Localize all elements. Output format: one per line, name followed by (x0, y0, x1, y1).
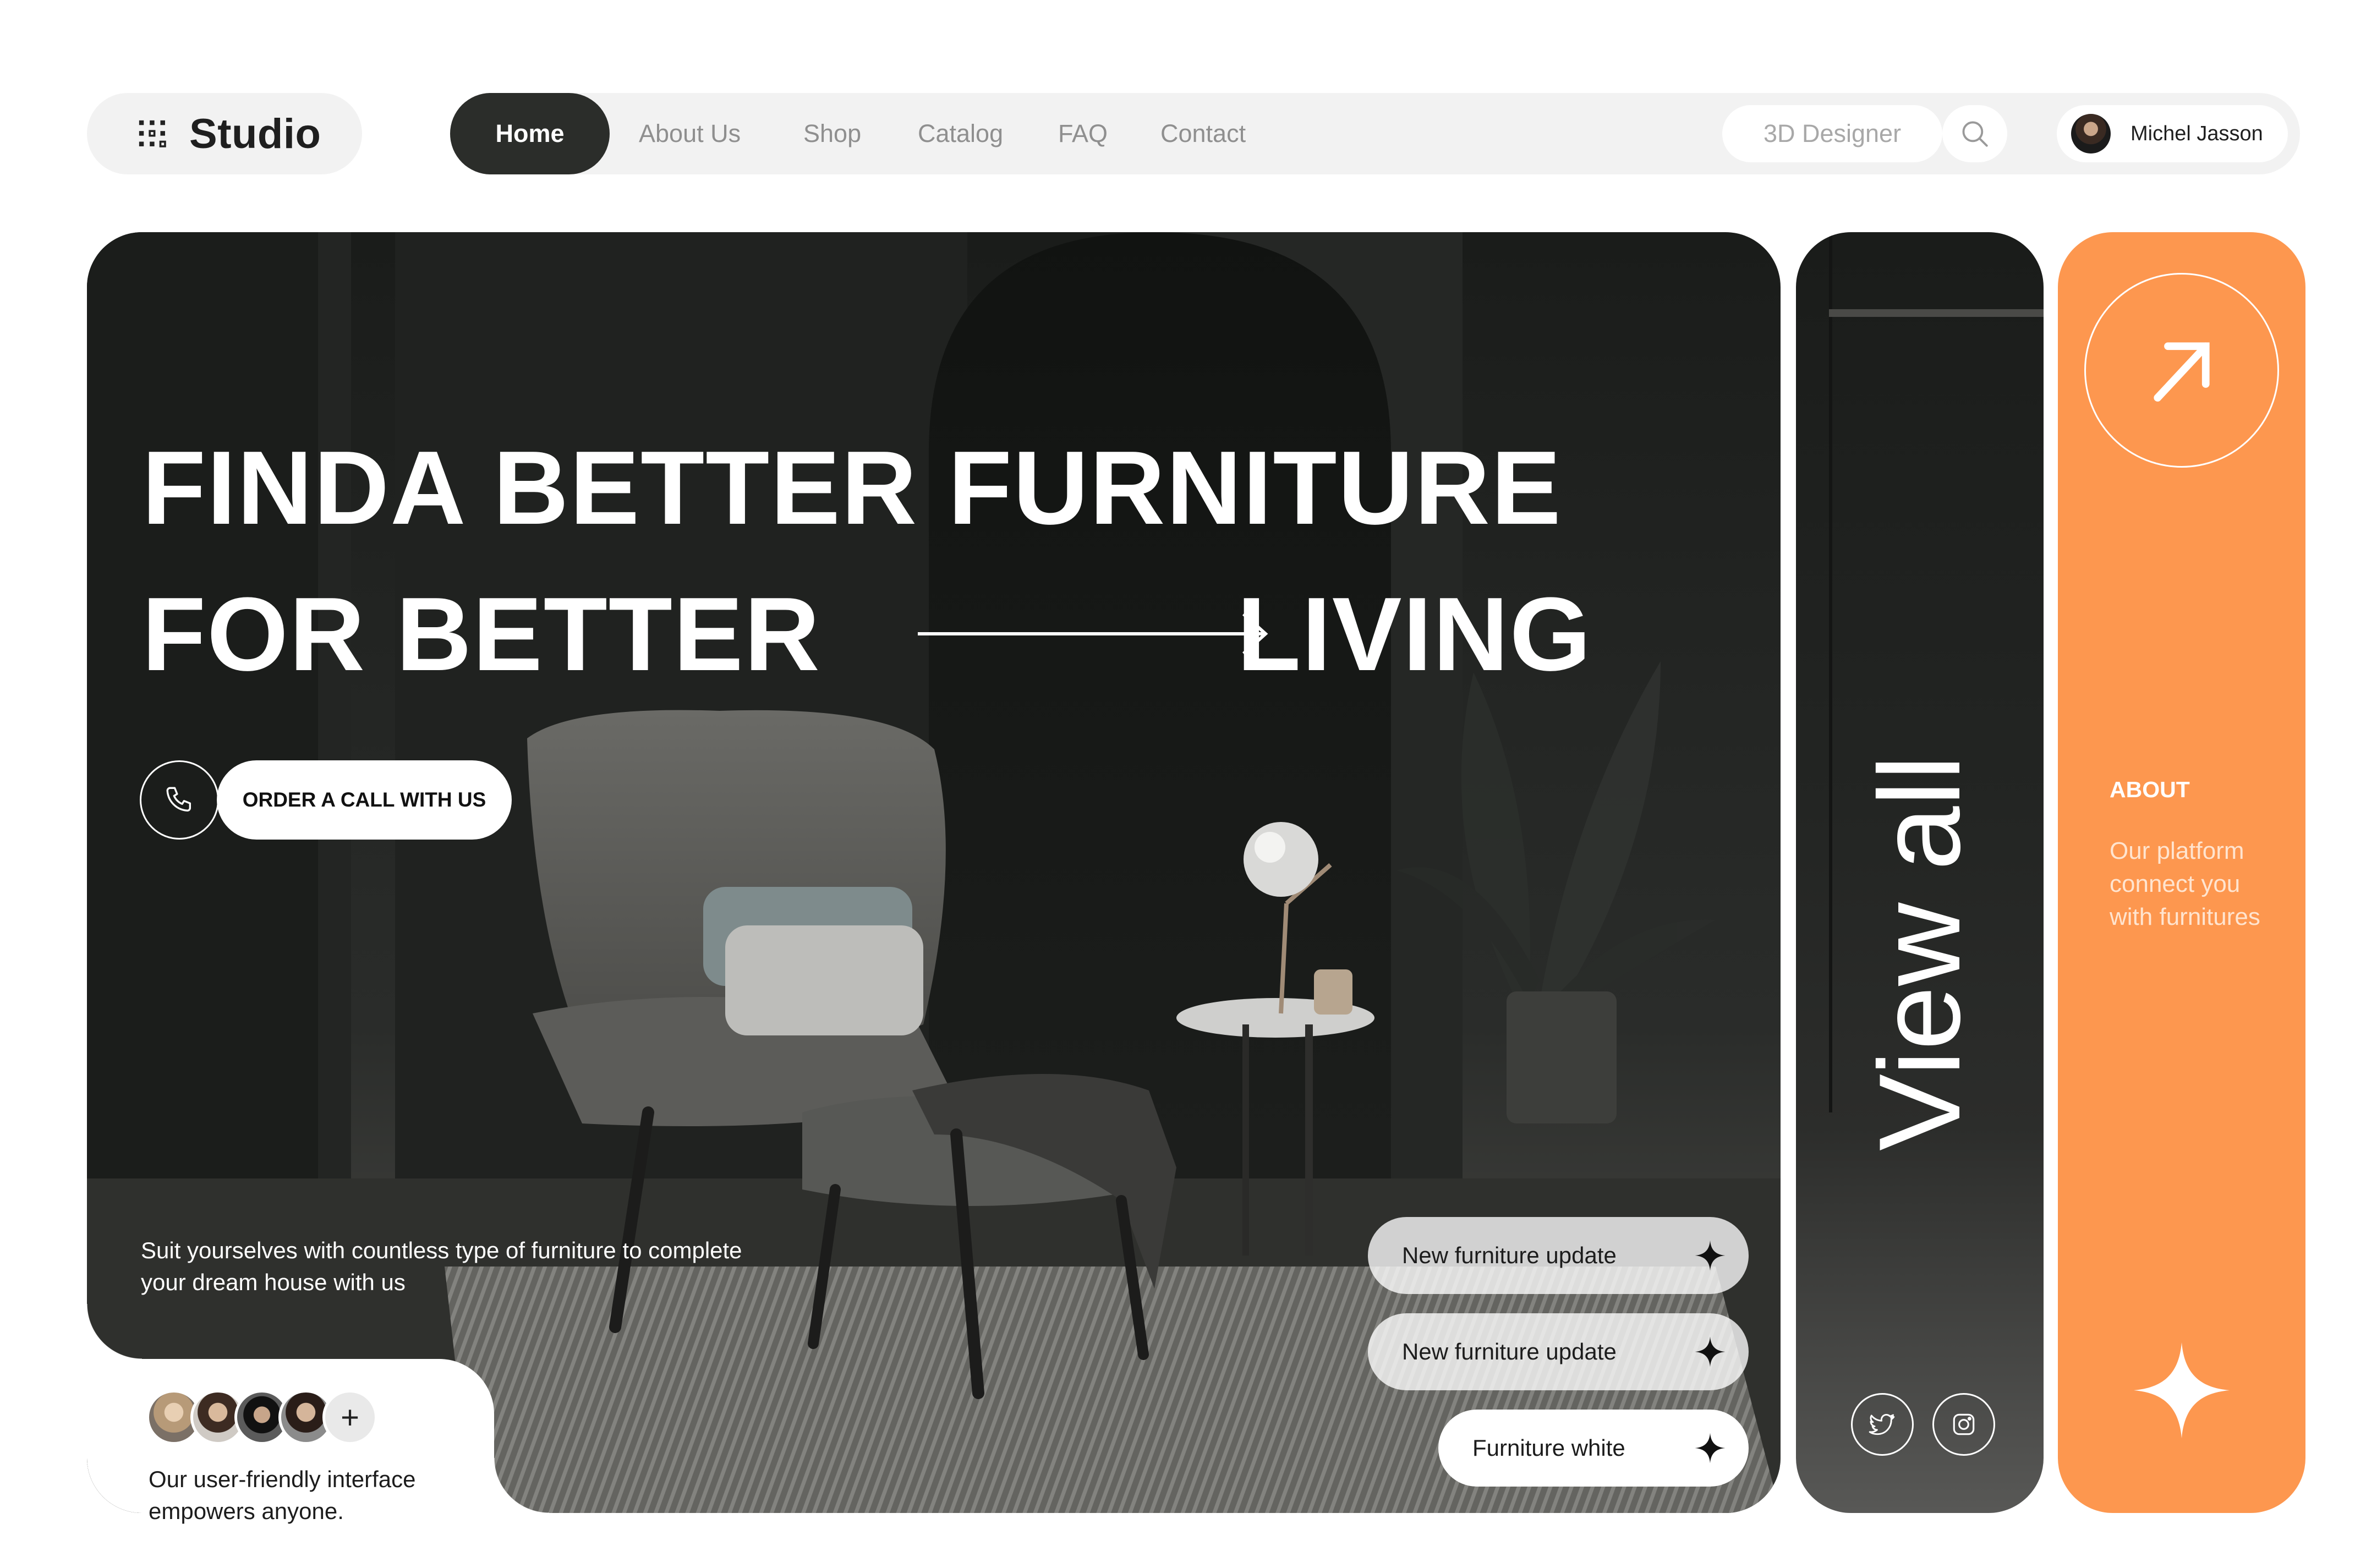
sparkle-icon (1695, 1433, 1726, 1463)
3d-designer-button[interactable]: 3D Designer (1722, 105, 1942, 162)
nav-home[interactable]: Home (450, 93, 610, 174)
twitter-button[interactable] (1851, 1393, 1914, 1456)
main-navigation: Home About Us Shop Catalog FAQ Contact 3… (450, 93, 2300, 174)
view-all-panel[interactable]: View all (1796, 232, 2044, 1513)
phone-button[interactable] (140, 760, 219, 840)
user-profile[interactable]: Michel Jasson (2057, 105, 2288, 162)
grid-logo-icon (139, 120, 166, 147)
search-icon (1962, 121, 1988, 147)
nav-contact[interactable]: Contact (1160, 93, 1246, 174)
about-panel: ABOUT Our platform connect you with furn… (2058, 232, 2305, 1513)
sparkle-icon (1695, 1336, 1726, 1367)
user-name: Michel Jasson (2130, 122, 2263, 145)
brand-logo[interactable]: Studio (87, 93, 362, 174)
search-button[interactable] (1942, 105, 2007, 162)
nav-catalog[interactable]: Catalog (918, 93, 1003, 174)
instagram-button[interactable] (1932, 1393, 1995, 1456)
tag-new-furniture-update-1[interactable]: New furniture update (1368, 1217, 1749, 1294)
tag-label: New furniture update (1402, 1339, 1617, 1364)
order-call-button[interactable]: ORDER A CALL WITH US (217, 760, 512, 840)
avatar (2071, 114, 2111, 153)
tag-label: New furniture update (1402, 1242, 1617, 1268)
hero-title-line2-right: LIVING (1237, 576, 1592, 693)
phone-icon (166, 787, 191, 812)
twitter-icon (1869, 1414, 1895, 1435)
hero-title-line1: FINDA BETTER FURNITURE (142, 430, 1562, 546)
cutout-corner (494, 1458, 549, 1513)
add-user-button[interactable]: + (322, 1390, 377, 1445)
about-title: ABOUT (2110, 777, 2190, 802)
nav-about-us[interactable]: About Us (639, 93, 741, 174)
wall-shelf (1829, 309, 2044, 317)
arrow-up-right-icon (2154, 342, 2210, 402)
community-text: Our user-friendly interface empowers any… (149, 1466, 416, 1524)
instagram-icon (1953, 1413, 1975, 1435)
view-all-label[interactable]: View all (1853, 755, 1986, 1151)
sparkle-icon (2133, 1342, 2230, 1439)
tag-new-furniture-update-2[interactable]: New furniture update (1368, 1313, 1749, 1390)
arrow-right-icon (918, 612, 1268, 655)
nav-shop[interactable]: Shop (803, 93, 861, 174)
hero-description: Suit yourselves with countless type of f… (141, 1237, 742, 1295)
about-link-button[interactable] (2084, 273, 2279, 468)
cutout-corner (87, 1304, 142, 1359)
about-description: Our platform connect you with furnitures (2110, 837, 2260, 930)
hero-title-line2-left: FOR BETTER (142, 576, 821, 693)
sparkle-icon (1695, 1240, 1726, 1271)
brand-name: Studio (189, 110, 321, 157)
tag-furniture-white[interactable]: Furniture white (1438, 1410, 1749, 1487)
tag-label: Furniture white (1472, 1435, 1625, 1461)
nav-faq[interactable]: FAQ (1058, 93, 1108, 174)
hero-banner: FINDA BETTER FURNITURE FOR BETTER LIVING… (87, 232, 1781, 1513)
